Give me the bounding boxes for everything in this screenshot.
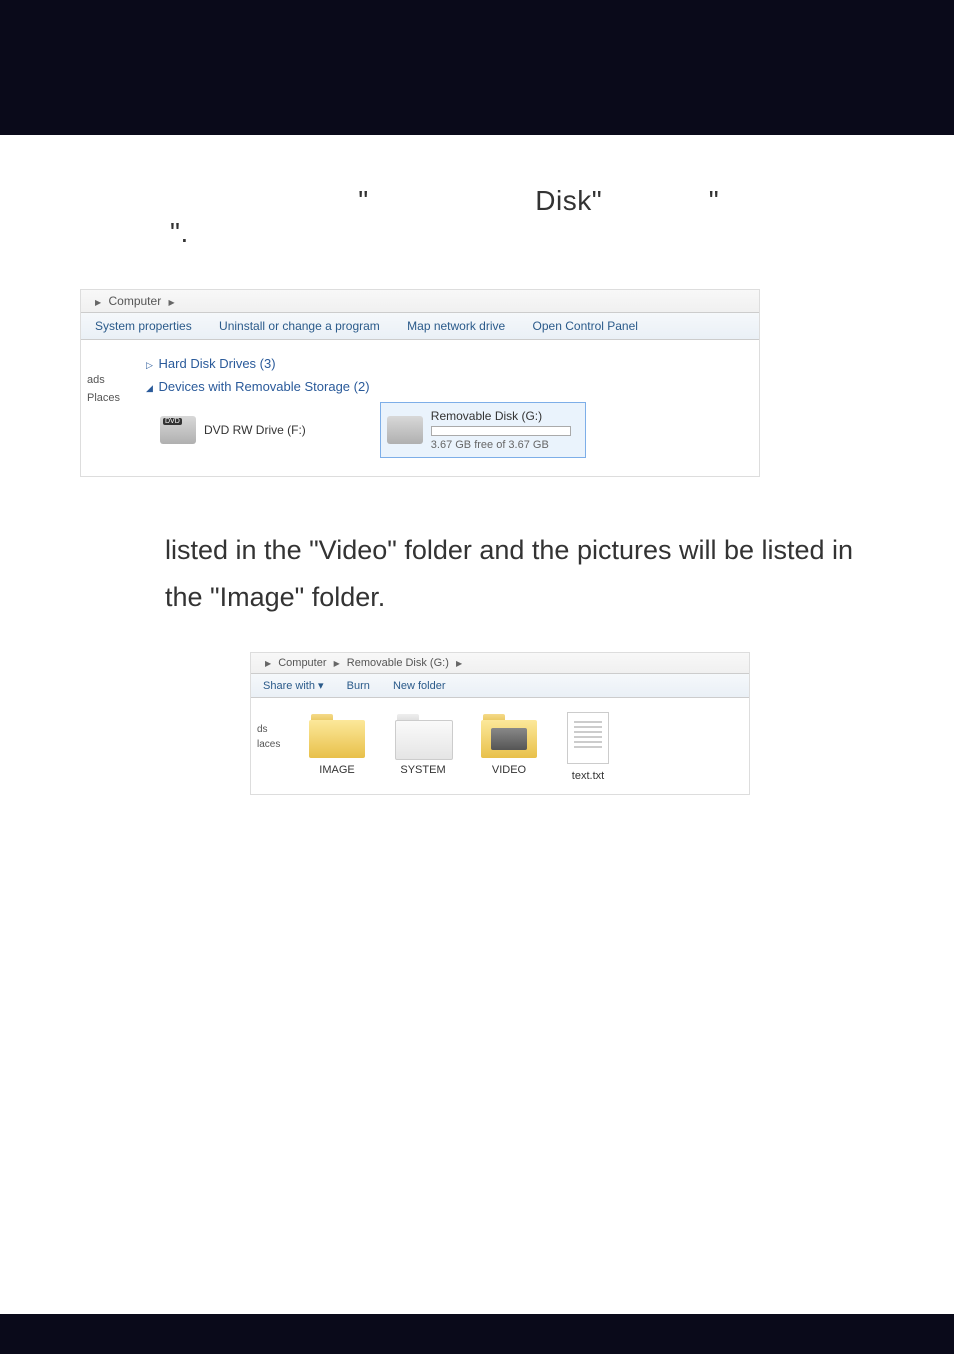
quote-open-2: " [709, 185, 719, 216]
system-properties-button[interactable]: System properties [95, 319, 192, 333]
folder-video[interactable]: VIDEO [481, 712, 537, 782]
dvd-drive-item[interactable]: DVD RW Drive (F:) [156, 402, 310, 458]
removable-disk-icon [387, 416, 423, 444]
capacity-text: 3.67 GB free of 3.67 GB [431, 439, 571, 451]
folder-image[interactable]: IMAGE [309, 712, 365, 782]
removable-disk-item[interactable]: Removable Disk (G:) 3.67 GB free of 3.67… [380, 402, 586, 458]
expand-collapsed-icon: ▷ [146, 360, 153, 370]
sidebar-item-ads[interactable]: ads [87, 374, 132, 386]
explorer-computer-screenshot: ▶ Computer ▶ System properties Uninstall… [80, 289, 760, 477]
quote-open-1: " [358, 185, 368, 216]
folder-image-label: IMAGE [319, 764, 354, 776]
chevron-right-icon: ▶ [95, 298, 101, 307]
expand-open-icon: ◢ [146, 383, 153, 393]
chevron-right-icon: ▶ [265, 659, 271, 668]
removable-disk-label: Removable Disk (G:) [431, 409, 571, 423]
text-file-icon [567, 712, 609, 764]
burn-button[interactable]: Burn [347, 680, 370, 692]
breadcrumb-removable-disk[interactable]: Removable Disk (G:) [347, 657, 449, 669]
capacity-bar [431, 426, 571, 436]
explorer-toolbar: System properties Uninstall or change a … [81, 313, 759, 340]
share-with-button[interactable]: Share with ▾ [263, 680, 324, 692]
hdd-group-header[interactable]: ▷ Hard Disk Drives (3) [146, 356, 749, 371]
folder-icon [395, 712, 451, 758]
sidebar-item-ds[interactable]: ds [257, 724, 297, 735]
file-text-label: text.txt [572, 770, 604, 782]
folder-system[interactable]: SYSTEM [395, 712, 451, 782]
nav-sidebar-2: ds laces [251, 708, 299, 786]
chevron-right-icon: ▶ [169, 298, 175, 307]
folder-icon [481, 712, 537, 758]
sidebar-item-places[interactable]: Places [87, 392, 132, 404]
dvd-drive-label: DVD RW Drive (F:) [204, 423, 306, 437]
removable-group-header[interactable]: ◢ Devices with Removable Storage (2) [146, 379, 749, 394]
quote-close-2: ". [170, 217, 189, 248]
chevron-right-icon: ▶ [456, 659, 462, 668]
dvd-drive-icon [160, 416, 196, 444]
uninstall-program-button[interactable]: Uninstall or change a program [219, 319, 380, 333]
instruction-line-1: " Disk" " ". [170, 185, 884, 249]
page-footer-bar [0, 1314, 954, 1354]
folder-video-label: VIDEO [492, 764, 526, 776]
disk-word: Disk" [535, 185, 602, 216]
nav-sidebar: ads Places [81, 348, 136, 462]
explorer-removable-disk-screenshot: ▶ Computer ▶ Removable Disk (G:) ▶ Share… [250, 652, 750, 795]
explorer-toolbar-2: Share with ▾ Burn New folder [251, 674, 749, 698]
open-control-panel-button[interactable]: Open Control Panel [533, 319, 638, 333]
body-paragraph: listed in the "Video" folder and the pic… [165, 527, 884, 622]
chevron-right-icon: ▶ [334, 659, 340, 668]
new-folder-button[interactable]: New folder [393, 680, 446, 692]
breadcrumb-computer-2[interactable]: Computer [278, 657, 326, 669]
sidebar-item-laces[interactable]: laces [257, 739, 297, 750]
folder-icon [309, 712, 365, 758]
file-text-txt[interactable]: text.txt [567, 712, 609, 782]
map-network-drive-button[interactable]: Map network drive [407, 319, 505, 333]
breadcrumb-computer[interactable]: Computer [109, 294, 162, 308]
page-header-bar [0, 0, 954, 135]
breadcrumb-bar-2: ▶ Computer ▶ Removable Disk (G:) ▶ [251, 653, 749, 674]
folder-system-label: SYSTEM [400, 764, 445, 776]
breadcrumb-bar: ▶ Computer ▶ [81, 290, 759, 313]
